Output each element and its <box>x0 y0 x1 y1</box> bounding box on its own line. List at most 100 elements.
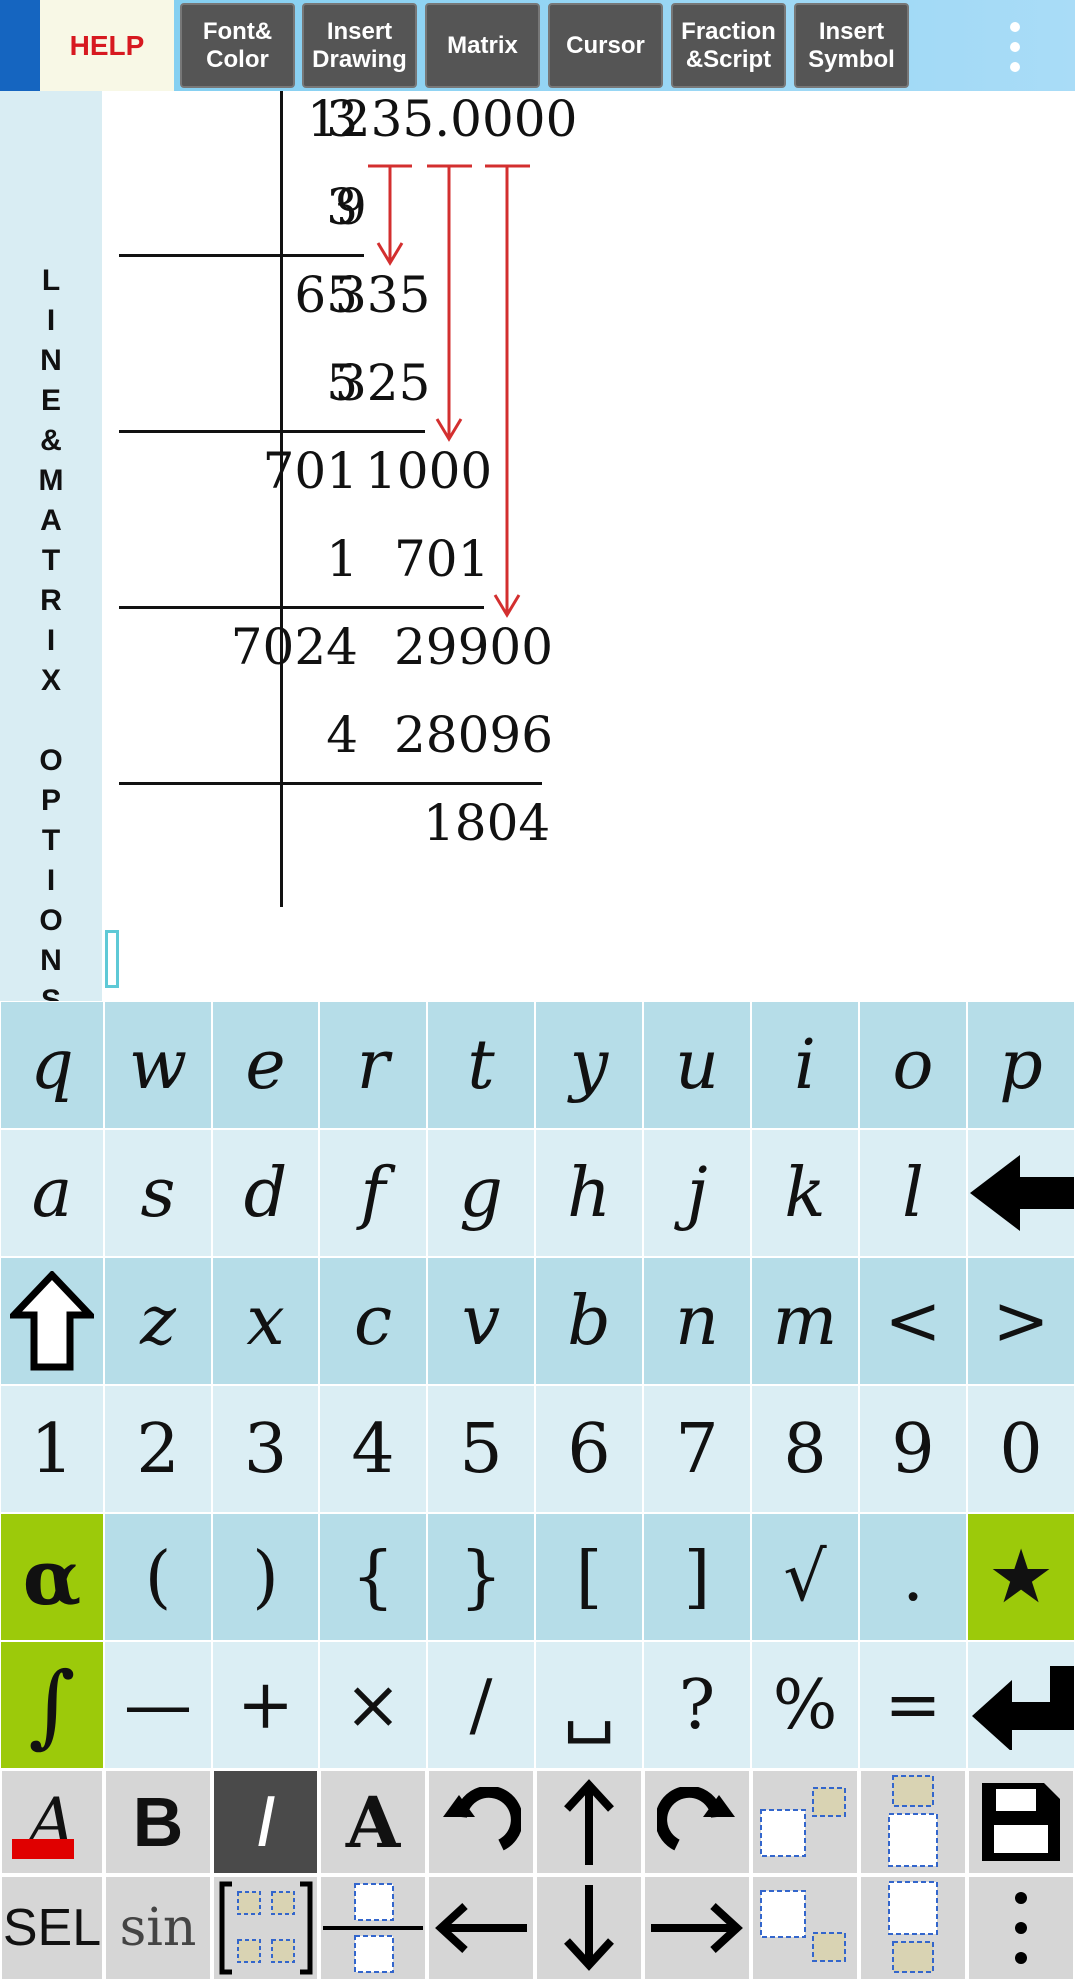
key-close-paren[interactable]: ) <box>212 1513 319 1641</box>
integral-key[interactable]: ∫ <box>0 1641 104 1769</box>
key-open-paren[interactable]: ( <box>104 1513 212 1641</box>
key-m[interactable]: m <box>751 1257 859 1385</box>
key-0[interactable]: 0 <box>967 1385 1075 1513</box>
key-times[interactable]: × <box>319 1641 427 1769</box>
key-w[interactable]: w <box>104 1001 212 1129</box>
save-key[interactable] <box>967 1769 1075 1875</box>
cursor-down-key[interactable] <box>535 1875 643 1981</box>
key-c[interactable]: c <box>319 1257 427 1385</box>
key-p[interactable]: p <box>967 1001 1075 1129</box>
insert-drawing-button[interactable]: Insert Drawing <box>302 3 417 88</box>
italic-key[interactable]: I <box>212 1769 319 1875</box>
insert-symbol-button[interactable]: Insert Symbol <box>794 3 909 88</box>
sqrt-key[interactable]: √ <box>751 1513 859 1641</box>
key-1[interactable]: 1 <box>0 1385 104 1513</box>
math-editor-canvas[interactable]: 3 3 65 5 701 1 7024 4 1235.0000 9 335 32… <box>102 91 1075 1001</box>
key-o[interactable]: o <box>859 1001 967 1129</box>
fraction-key[interactable] <box>319 1875 427 1981</box>
color-swatch <box>12 1839 74 1859</box>
key-dot[interactable]: . <box>859 1513 967 1641</box>
enter-key[interactable] <box>967 1641 1075 1769</box>
font-style-key[interactable]: A <box>319 1769 427 1875</box>
help-button[interactable]: HELP <box>40 0 174 91</box>
arrow-down-icon <box>564 1885 614 1971</box>
key-y[interactable]: y <box>535 1001 643 1129</box>
fraction-script-button[interactable]: Fraction &Script <box>671 3 786 88</box>
subscript-box-icon <box>760 1890 846 1962</box>
key-greater-than[interactable]: > <box>967 1257 1075 1385</box>
key-equals[interactable]: = <box>859 1641 967 1769</box>
key-6[interactable]: 6 <box>535 1385 643 1513</box>
stack-below-box-icon <box>888 1881 938 1973</box>
subscript-key[interactable] <box>751 1875 859 1981</box>
key-4[interactable]: 4 <box>319 1385 427 1513</box>
key-i[interactable]: i <box>751 1001 859 1129</box>
cursor-button[interactable]: Cursor <box>548 3 663 88</box>
key-b[interactable]: b <box>535 1257 643 1385</box>
key-2[interactable]: 2 <box>104 1385 212 1513</box>
key-percent[interactable]: % <box>751 1641 859 1769</box>
key-u[interactable]: u <box>643 1001 751 1129</box>
key-q[interactable]: q <box>0 1001 104 1129</box>
key-a[interactable]: a <box>0 1129 104 1257</box>
matrix-button[interactable]: Matrix <box>425 3 540 88</box>
key-x[interactable]: x <box>212 1257 319 1385</box>
text-cursor[interactable] <box>105 930 119 988</box>
key-t[interactable]: t <box>427 1001 535 1129</box>
key-l[interactable]: l <box>859 1129 967 1257</box>
undo-icon <box>443 1787 521 1851</box>
font-color-button[interactable]: Font& Color <box>180 3 295 88</box>
math-keyboard: q w e r t y u i o p a s d f g h j k l z … <box>0 1001 1075 1981</box>
key-3[interactable]: 3 <box>212 1385 319 1513</box>
key-d[interactable]: d <box>212 1129 319 1257</box>
shift-key[interactable] <box>0 1257 104 1385</box>
functions-key[interactable]: sin <box>104 1875 212 1981</box>
space-key[interactable]: ␣ <box>535 1641 643 1769</box>
key-9[interactable]: 9 <box>859 1385 967 1513</box>
key-less-than[interactable]: < <box>859 1257 967 1385</box>
cursor-right-key[interactable] <box>643 1875 751 1981</box>
redo-key[interactable] <box>643 1769 751 1875</box>
key-close-bracket[interactable]: ] <box>643 1513 751 1641</box>
key-h[interactable]: h <box>535 1129 643 1257</box>
star-favorites-key[interactable]: ★ <box>967 1513 1075 1641</box>
stack-down-key[interactable] <box>859 1875 967 1981</box>
key-plus[interactable]: + <box>212 1641 319 1769</box>
key-8[interactable]: 8 <box>751 1385 859 1513</box>
key-s[interactable]: s <box>104 1129 212 1257</box>
matrix-key[interactable] <box>212 1875 319 1981</box>
stack-up-key[interactable] <box>859 1769 967 1875</box>
more-vertical-dots-icon <box>1015 1892 1027 1964</box>
key-v[interactable]: v <box>427 1257 535 1385</box>
cursor-up-key[interactable] <box>535 1769 643 1875</box>
key-7[interactable]: 7 <box>643 1385 751 1513</box>
bold-key[interactable]: B <box>104 1769 212 1875</box>
key-g[interactable]: g <box>427 1129 535 1257</box>
font-color-key[interactable]: A <box>0 1769 104 1875</box>
key-z[interactable]: z <box>104 1257 212 1385</box>
line-matrix-options-panel[interactable]: LINE&MATRIXOPTIONS <box>0 91 102 1017</box>
key-f[interactable]: f <box>319 1129 427 1257</box>
undo-key[interactable] <box>427 1769 535 1875</box>
key-j[interactable]: j <box>643 1129 751 1257</box>
superscript-key[interactable] <box>751 1769 859 1875</box>
top-toolbar: HELP Font& Color Insert Drawing Matrix C… <box>0 0 1075 91</box>
key-e[interactable]: e <box>212 1001 319 1129</box>
more-options-key[interactable] <box>967 1875 1075 1981</box>
key-r[interactable]: r <box>319 1001 427 1129</box>
enter-return-icon <box>972 1666 1074 1750</box>
cursor-left-key[interactable] <box>427 1875 535 1981</box>
key-close-brace[interactable]: } <box>427 1513 535 1641</box>
key-5[interactable]: 5 <box>427 1385 535 1513</box>
key-n[interactable]: n <box>643 1257 751 1385</box>
more-vertical-icon[interactable] <box>1000 22 1030 72</box>
key-minus[interactable]: — <box>104 1641 212 1769</box>
key-slash[interactable]: / <box>427 1641 535 1769</box>
key-question[interactable]: ? <box>643 1641 751 1769</box>
greek-alpha-key[interactable]: α <box>0 1513 104 1641</box>
key-open-brace[interactable]: { <box>319 1513 427 1641</box>
key-open-bracket[interactable]: [ <box>535 1513 643 1641</box>
select-key[interactable]: SEL <box>0 1875 104 1981</box>
key-k[interactable]: k <box>751 1129 859 1257</box>
backspace-key[interactable] <box>967 1129 1075 1257</box>
